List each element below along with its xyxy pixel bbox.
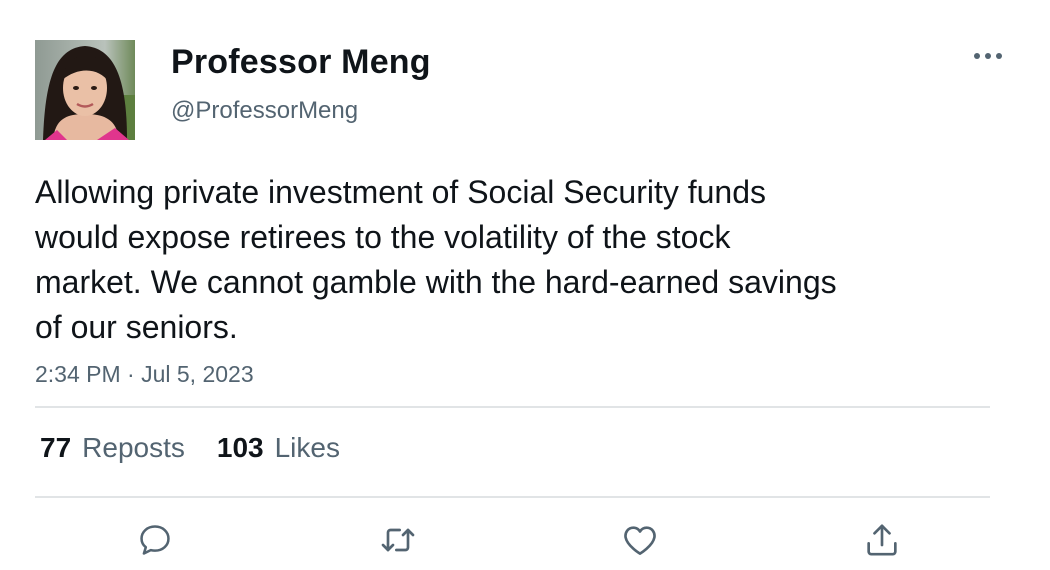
more-horizontal-icon [974, 53, 1002, 59]
tweet-card: Professor Meng @ProfessorMeng Allowing p… [0, 0, 1050, 570]
heart-icon [624, 526, 656, 555]
repost-arrows-icon [381, 528, 415, 552]
tweet-text: Allowing private investment of Social Se… [35, 174, 837, 345]
like-button[interactable] [618, 518, 662, 562]
likes-count: 103 [216, 432, 264, 463]
divider [35, 496, 990, 498]
author-display-name[interactable]: Professor Meng [171, 43, 431, 82]
likes-label: Likes [274, 432, 340, 463]
reply-button[interactable] [133, 518, 177, 562]
avatar[interactable] [35, 40, 135, 140]
author-handle[interactable]: @ProfessorMeng [171, 97, 358, 125]
reposts-count: 77 [40, 432, 72, 463]
reposts-label: Reposts [82, 432, 185, 463]
more-options-button[interactable] [972, 44, 1004, 68]
likes-stat[interactable]: 103 Likes [217, 432, 340, 464]
reply-bubble-icon [140, 525, 170, 555]
divider [35, 406, 990, 408]
engagement-stats: 77 Reposts 103 Likes [40, 432, 340, 464]
share-button[interactable] [860, 518, 904, 562]
action-bar [0, 518, 1050, 562]
reposts-stat[interactable]: 77 Reposts [40, 432, 185, 464]
share-upload-icon [867, 524, 897, 556]
tweet-timestamp[interactable]: 2:34 PM · Jul 5, 2023 [35, 361, 254, 388]
repost-button[interactable] [376, 518, 420, 562]
